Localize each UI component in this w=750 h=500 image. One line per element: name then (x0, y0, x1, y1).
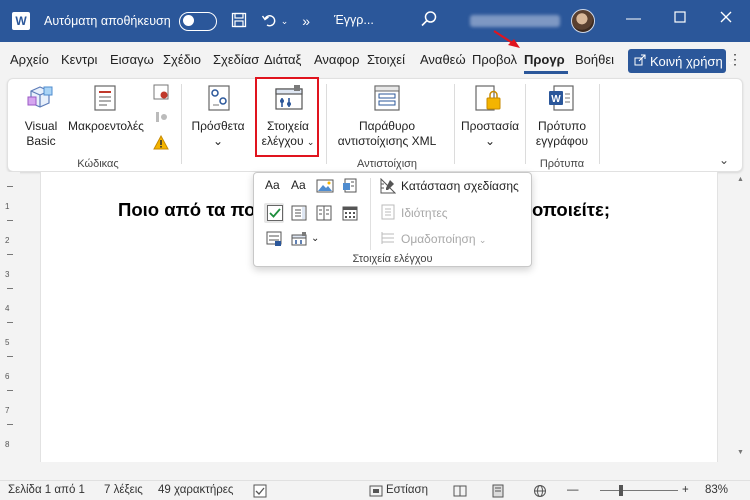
page-count[interactable]: Σελίδα 1 από 1 (8, 484, 85, 496)
properties-icon (380, 204, 398, 222)
chevron-down-icon[interactable]: ⌄ (311, 233, 329, 251)
pause-recording-icon (153, 109, 169, 128)
focus-icon[interactable] (369, 484, 383, 500)
code-group-label: Κώδικας (77, 158, 119, 170)
protection-label: Προστασία (460, 119, 520, 133)
plain-text-control-icon[interactable]: Aa (291, 178, 309, 196)
controls-panel-footer: Στοιχεία ελέγχου (352, 253, 433, 265)
chevron-down-icon: ⌄ (212, 134, 224, 148)
group-separator (599, 84, 600, 164)
macro-security-warning-icon[interactable] (153, 134, 169, 154)
document-heading[interactable]: Ποιο από τα πο (118, 199, 255, 221)
mapping-group-label: Αντιστοίχιση (356, 158, 418, 170)
document-template-label: Πρότυπο εγγράφου (535, 119, 589, 148)
panel-divider (370, 178, 371, 250)
chevron-down-icon: ⌄ (484, 134, 496, 148)
checkbox-control-icon[interactable] (266, 204, 284, 222)
document-template-button[interactable]: Πρότυπο εγγράφου (529, 119, 595, 149)
zoom-level[interactable]: 83% (705, 484, 728, 496)
group-separator (326, 84, 327, 164)
word-count[interactable]: 7 λέξεις (104, 484, 143, 496)
design-mode-button[interactable]: Κατάσταση σχεδίασης (401, 179, 519, 193)
chevron-down-icon: ⌄ (478, 235, 487, 245)
proofing-icon[interactable] (253, 484, 267, 500)
xml-mapping-pane-icon (372, 83, 402, 116)
ribbon-panel: Visual Basic Μακροεντολές Κώδικας Πρόσθε… (7, 78, 743, 172)
vertical-ruler: 1 2 3 4 5 6 7 8 (0, 172, 20, 480)
group-icon (380, 230, 398, 248)
design-mode-icon (380, 177, 398, 196)
focus-button[interactable]: Εστίαση (386, 484, 428, 496)
document-heading-continued[interactable]: οποιείτε; (532, 199, 610, 221)
legacy-tools-icon[interactable] (291, 231, 309, 249)
status-bar: Σελίδα 1 από 1 7 λέξεις 49 χαρακτήρες Εσ… (0, 480, 750, 500)
picture-control-icon[interactable] (316, 178, 334, 196)
document-template-icon: W (546, 83, 576, 116)
addins-label: Πρόσθετα (191, 119, 245, 133)
macros-icon (90, 83, 120, 116)
svg-text:W: W (551, 94, 561, 105)
scroll-up-icon[interactable]: ▲ (737, 176, 744, 183)
controls-highlight-box (255, 77, 319, 157)
character-count[interactable]: 49 χαρακτήρες (158, 484, 233, 496)
date-picker-control-icon[interactable] (342, 205, 360, 223)
macros-button[interactable]: Μακροεντολές (64, 119, 148, 134)
combo-box-control-icon[interactable] (291, 205, 309, 223)
visual-basic-button[interactable]: Visual Basic (16, 119, 66, 149)
web-layout-icon[interactable] (533, 484, 547, 500)
repeating-section-control-icon[interactable] (266, 231, 284, 249)
zoom-in-icon[interactable]: + (682, 484, 689, 496)
templates-group-label: Πρότυπα (539, 158, 585, 170)
visual-basic-icon (25, 83, 55, 116)
xml-mapping-pane-label: Παράθυρο αντιστοίχισης XML (337, 119, 437, 148)
addins-icon (204, 83, 234, 116)
controls-dropdown-panel: Aa Aa ⌄ Κατάσταση σχεδίασης Ιδιότητες Ομ… (253, 172, 532, 267)
group-separator (181, 84, 182, 164)
print-layout-icon[interactable] (491, 484, 505, 500)
vertical-scrollbar[interactable]: ▲ ▼ (737, 176, 745, 456)
properties-button[interactable]: Ιδιότητες (401, 206, 447, 220)
addins-button[interactable]: Πρόσθετα ⌄ (186, 119, 250, 149)
xml-mapping-pane-button[interactable]: Παράθυρο αντιστοίχισης XML (330, 119, 444, 149)
zoom-out-icon[interactable]: — (567, 484, 579, 496)
protect-document-icon (473, 83, 503, 116)
macros-label: Μακροεντολές (68, 119, 144, 133)
record-macro-icon[interactable] (153, 84, 169, 103)
visual-basic-label: Visual Basic (24, 119, 58, 148)
protection-button[interactable]: Προστασία ⌄ (452, 119, 528, 149)
group-button[interactable]: Ομαδοποίηση ⌄ (401, 232, 486, 246)
group-label: Ομαδοποίηση (401, 232, 476, 246)
scroll-down-icon[interactable]: ▼ (737, 449, 744, 456)
zoom-slider-thumb[interactable] (619, 485, 623, 496)
building-block-control-icon[interactable] (342, 178, 360, 196)
read-mode-icon[interactable] (453, 484, 467, 500)
zoom-slider-track[interactable] (600, 490, 678, 491)
dropdown-list-control-icon[interactable] (316, 205, 334, 223)
rich-text-control-icon[interactable]: Aa (265, 178, 283, 196)
collapse-ribbon-icon[interactable]: ⌄ (719, 153, 729, 167)
group-separator (525, 84, 526, 164)
